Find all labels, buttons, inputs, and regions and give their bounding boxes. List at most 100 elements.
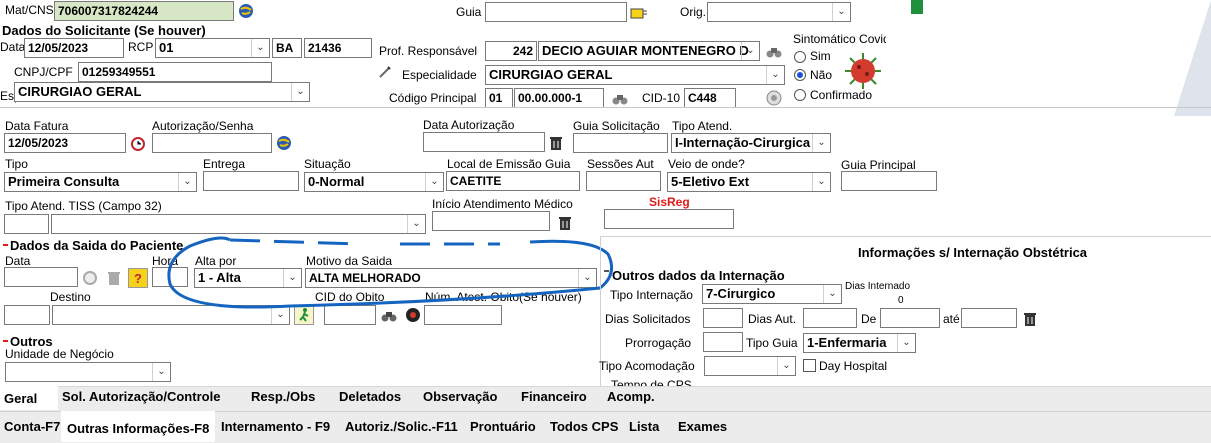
sessoes-field[interactable] — [586, 171, 661, 191]
guia-solicitacao-field[interactable] — [573, 133, 668, 153]
saida-data-field[interactable] — [4, 267, 78, 287]
settings-icon[interactable] — [765, 89, 783, 107]
codigo-principal-field[interactable]: 00.00.000-1 — [514, 88, 604, 108]
sessoes-label: Sessões Aut — [587, 157, 654, 171]
saida-data-label: Data — [5, 254, 31, 268]
autorizacao-field[interactable] — [152, 133, 272, 153]
obstetrica-title: Informações s/ Internação Obstétrica — [858, 245, 1088, 260]
section-marker — [604, 270, 609, 272]
divider — [0, 107, 1211, 108]
pencil-icon[interactable] — [376, 63, 394, 81]
trash-icon-3[interactable] — [105, 269, 123, 287]
codigo-prefix-field[interactable]: 01 — [485, 88, 513, 108]
sol-data-field[interactable]: 12/05/2023 — [24, 38, 124, 58]
cid10-field[interactable]: C448 — [684, 88, 736, 108]
tab-outras-informacoes[interactable]: Outras Informações-F8 — [63, 418, 213, 440]
alarm-clock-icon[interactable] — [129, 134, 147, 152]
unidade-negocio-select[interactable]: ⌄ — [5, 362, 171, 382]
tab-internamento[interactable]: Internamento - F9 — [217, 416, 334, 438]
tab-lista[interactable]: Lista — [625, 416, 663, 438]
tab-sol-autorizacao[interactable]: Sol. Autorização/Controle — [58, 386, 224, 408]
data-autorizacao-field[interactable] — [423, 132, 545, 152]
entrega-label: Entrega — [203, 157, 246, 171]
tiss-code-field[interactable] — [4, 214, 49, 234]
dias-solicitados-field[interactable] — [703, 308, 743, 328]
veio-label: Veio de onde? — [668, 157, 745, 171]
help-icon[interactable]: ? — [128, 268, 148, 288]
covid-option-nao: Não — [810, 68, 833, 82]
cid10-label: CID-10 — [642, 91, 681, 105]
prof-label: Prof. Responsável — [379, 44, 478, 58]
local-emissao-label: Local de Emissão Guia — [447, 157, 571, 171]
annotation-circle — [167, 236, 614, 309]
dias-aut-field[interactable] — [803, 308, 857, 328]
crm-field[interactable]: 21436 — [304, 38, 372, 58]
day-hospital-checkbox[interactable] — [803, 359, 816, 372]
situacao-select[interactable]: 0-Normal ⌄ — [304, 172, 444, 192]
tipo-select[interactable]: Primeira Consulta ⌄ — [4, 172, 197, 192]
tab-geral[interactable]: Geral — [0, 388, 41, 410]
covid-title: Sintomático Covid — [793, 32, 886, 46]
data-fatura-field[interactable]: 12/05/2023 — [4, 133, 126, 153]
guia-field[interactable] — [485, 2, 627, 22]
prof-name-select[interactable]: DECIO AGUIAR MONTENEGRO D ⌄ — [538, 41, 760, 61]
tipo-label: Tipo — [5, 157, 28, 171]
tab-observacao[interactable]: Observação — [419, 386, 501, 408]
covid-radio-confirmado[interactable] — [794, 89, 806, 101]
mat-cns-field[interactable]: 706007317824244 — [54, 1, 234, 21]
clock-icon[interactable] — [81, 269, 99, 287]
tipo-acomodacao-select[interactable]: ⌄ — [704, 356, 796, 376]
trash-icon[interactable] — [547, 134, 565, 152]
de-field[interactable] — [880, 308, 940, 328]
sol-especialidade-select[interactable]: CIRURGIAO GERAL ⌄ — [14, 82, 310, 102]
cnpj-field[interactable]: 01259349551 — [78, 62, 272, 82]
tab-deletados[interactable]: Deletados — [335, 386, 405, 408]
tipo-atend-select[interactable]: I-Internação-Cirurgica ⌄ — [671, 133, 831, 153]
tiss-select[interactable]: ⌄ — [51, 214, 426, 234]
destino-code-field[interactable] — [4, 305, 50, 325]
guia-principal-field[interactable] — [841, 171, 937, 191]
globe-icon[interactable] — [237, 2, 255, 20]
tipo-guia-select[interactable]: 1-Enfermaria ⌄ — [803, 333, 916, 353]
binoculars-icon-2[interactable] — [611, 90, 629, 108]
tab-todos-cps[interactable]: Todos CPS — [546, 416, 622, 438]
trash-icon-2[interactable] — [556, 214, 574, 232]
hand-pointer-icon[interactable] — [630, 4, 648, 22]
tab-prontuario[interactable]: Prontuário — [466, 416, 540, 438]
globe-icon-2[interactable] — [275, 134, 293, 152]
covid-radio-nao[interactable] — [794, 69, 806, 81]
solicitante-title: Dados do Solicitante (Se houver) — [2, 23, 206, 38]
tab-autoriz-solic[interactable]: Autoriz./Solic.-F11 — [341, 416, 462, 438]
sisreg-field[interactable] — [604, 209, 734, 229]
trash-icon-4[interactable] — [1021, 310, 1039, 328]
inicio-atend-field[interactable] — [432, 211, 550, 231]
local-emissao-field[interactable]: CAETITE — [446, 171, 580, 191]
tab-conta[interactable]: Conta-F7 — [0, 416, 64, 438]
orig-select[interactable]: ⌄ — [707, 2, 851, 22]
tab-resp-obs[interactable]: Resp./Obs — [247, 386, 319, 408]
binoculars-icon[interactable] — [765, 43, 783, 61]
virus-icon — [844, 52, 882, 93]
tab-financeiro[interactable]: Financeiro — [517, 386, 591, 408]
guia-label: Guia — [456, 5, 482, 19]
sol-data-label: Data — [0, 40, 26, 54]
ate-field[interactable] — [961, 308, 1017, 328]
prorrogacao-field[interactable] — [703, 332, 743, 352]
prof-code-field[interactable]: 242 — [485, 41, 537, 61]
autorizacao-label: Autorização/Senha — [152, 119, 254, 133]
de-label: De — [861, 312, 877, 326]
veio-select[interactable]: 5-Eletivo Ext ⌄ — [667, 172, 831, 192]
uf-field[interactable]: BA — [272, 38, 302, 58]
tab-exames[interactable]: Exames — [674, 416, 731, 438]
ate-label: até — [943, 312, 960, 326]
data-autorizacao-label: Data Autorização — [423, 118, 515, 132]
especialidade-select[interactable]: CIRURGIAO GERAL ⌄ — [485, 65, 785, 85]
covid-radio-sim[interactable] — [794, 51, 806, 63]
tipo-internacao-select[interactable]: 7-Cirurgico ⌄ — [702, 284, 842, 304]
partial-label-wrap: Tempo de CPS — [611, 378, 701, 386]
codigo-principal-label: Código Principal — [389, 91, 477, 105]
rcp-select[interactable]: 01 ⌄ — [155, 38, 270, 58]
situacao-label: Situação — [304, 157, 351, 171]
entrega-field[interactable] — [203, 171, 299, 191]
tab-acomp[interactable]: Acomp. — [603, 386, 659, 408]
